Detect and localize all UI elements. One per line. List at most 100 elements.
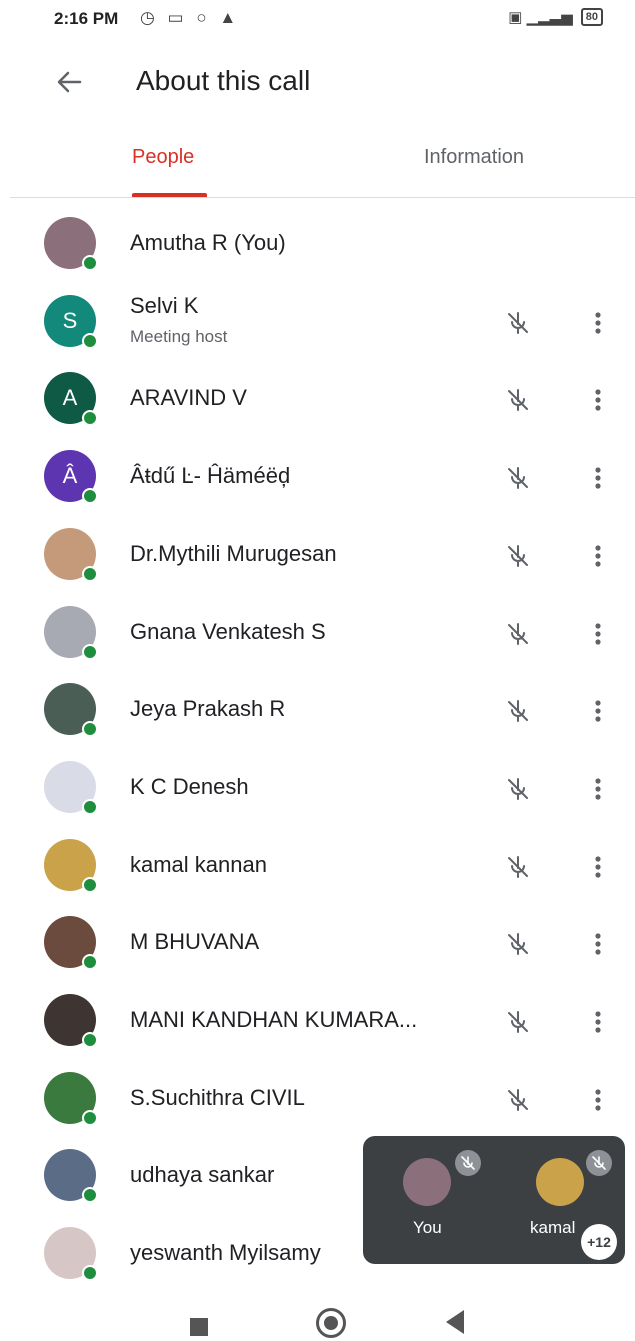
participant-avatar — [44, 1227, 98, 1281]
participant-row[interactable]: Amutha R (You) — [0, 205, 635, 283]
more-options-icon[interactable] — [586, 1004, 610, 1040]
participant-name: Âŧdű Ŀ- Ĥäméëḑ — [130, 463, 291, 488]
mic-off-icon[interactable] — [500, 382, 536, 418]
participant-avatar — [44, 528, 98, 582]
online-status-dot — [82, 721, 98, 737]
participant-name: S.Suchithra CIVIL — [130, 1085, 305, 1110]
online-status-dot — [82, 1032, 98, 1048]
pip-tile-self[interactable]: You — [363, 1136, 494, 1264]
status-bar: 2:16 PM ◷ ▭ ○ ▲ ▣ ▁▂▃▅ 80 — [0, 0, 635, 40]
more-options-icon[interactable] — [586, 771, 610, 807]
status-right-icons: ▣ ▁▂▃▅ 80 — [508, 8, 603, 26]
online-status-dot — [82, 1110, 98, 1126]
online-status-dot — [82, 877, 98, 893]
participant-row[interactable]: K C Denesh — [0, 749, 635, 827]
participant-row[interactable]: S Selvi K Meeting host — [0, 283, 635, 361]
online-status-dot — [82, 488, 98, 504]
mic-off-icon[interactable] — [500, 693, 536, 729]
pip-avatar — [536, 1158, 584, 1206]
more-options-icon[interactable] — [586, 382, 610, 418]
mic-off-icon[interactable] — [500, 616, 536, 652]
nav-back-icon[interactable] — [446, 1310, 464, 1334]
participant-name: yeswanth Myilsamy — [130, 1240, 321, 1265]
pip-extra-count-badge: +12 — [581, 1224, 617, 1260]
app-bar: About this call — [0, 40, 635, 126]
participant-row[interactable]: MANI KANDHAN KUMARA... — [0, 982, 635, 1060]
mic-off-icon[interactable] — [500, 460, 536, 496]
online-status-dot — [82, 566, 98, 582]
pip-label-participant: kamal — [530, 1218, 576, 1237]
participant-name: K C Denesh — [130, 774, 249, 799]
online-status-dot — [82, 410, 98, 426]
more-options-icon[interactable] — [586, 1082, 610, 1118]
status-notification-icons: ◷ ▭ ○ ▲ — [140, 8, 241, 27]
mic-off-icon[interactable] — [500, 538, 536, 574]
participant-avatar — [44, 606, 98, 660]
more-options-icon[interactable] — [586, 305, 610, 341]
participant-name: ARAVIND V — [130, 385, 247, 410]
online-status-dot — [82, 954, 98, 970]
online-status-dot — [82, 1265, 98, 1281]
participant-avatar — [44, 761, 98, 815]
pip-avatar — [403, 1158, 451, 1206]
more-options-icon[interactable] — [586, 693, 610, 729]
participant-row[interactable]: Dr.Mythili Murugesan — [0, 516, 635, 594]
picture-in-picture-window[interactable]: You kamal +12 — [363, 1136, 625, 1264]
page-title: About this call — [136, 65, 311, 96]
participant-row[interactable]: Jeya Prakash R — [0, 671, 635, 749]
participant-name: Jeya Prakash R — [130, 696, 286, 721]
online-status-dot — [82, 799, 98, 815]
participant-avatar — [44, 994, 98, 1048]
participant-row[interactable]: Â Âŧdű Ŀ- Ĥäméëḑ — [0, 438, 635, 516]
participant-avatar: S — [44, 295, 98, 349]
more-options-icon[interactable] — [586, 926, 610, 962]
system-navigation-bar — [0, 1290, 635, 1341]
online-status-dot — [82, 1187, 98, 1203]
mic-off-icon — [455, 1150, 481, 1176]
more-options-icon[interactable] — [586, 460, 610, 496]
participant-row[interactable]: kamal kannan — [0, 827, 635, 905]
participant-name: kamal kannan — [130, 852, 267, 877]
participant-avatar — [44, 683, 98, 737]
mic-off-icon[interactable] — [500, 926, 536, 962]
participant-name: Gnana Venkatesh S — [130, 619, 326, 644]
participant-role: Meeting host — [130, 327, 228, 346]
recents-icon[interactable] — [190, 1318, 208, 1336]
pip-label-self: You — [413, 1218, 442, 1237]
participant-name: M BHUVANA — [130, 929, 260, 954]
mic-off-icon[interactable] — [500, 1004, 536, 1040]
participant-avatar — [44, 1149, 98, 1203]
participant-name: Selvi K — [130, 293, 199, 318]
more-options-icon[interactable] — [586, 849, 610, 885]
tab-bar: People Information — [0, 130, 635, 198]
mic-off-icon[interactable] — [500, 849, 536, 885]
tab-information[interactable]: Information — [424, 146, 524, 169]
participant-row[interactable]: S.Suchithra CIVIL — [0, 1060, 635, 1138]
participant-avatar: Â — [44, 450, 98, 504]
participant-avatar: A — [44, 372, 98, 426]
online-status-dot — [82, 333, 98, 349]
back-arrow-icon[interactable] — [50, 62, 90, 102]
mic-off-icon[interactable] — [500, 771, 536, 807]
mic-off-icon[interactable] — [500, 305, 536, 341]
participant-avatar — [44, 1072, 98, 1126]
participant-name: Amutha R (You) — [130, 230, 286, 255]
mic-off-icon[interactable] — [500, 1082, 536, 1118]
participant-row[interactable]: M BHUVANA — [0, 904, 635, 982]
participant-avatar — [44, 839, 98, 893]
participant-avatar — [44, 217, 98, 271]
tab-people[interactable]: People — [132, 146, 194, 169]
participant-name: udhaya sankar — [130, 1162, 275, 1187]
online-status-dot — [82, 644, 98, 660]
home-icon[interactable] — [316, 1308, 346, 1338]
participant-avatar — [44, 916, 98, 970]
participant-name: MANI KANDHAN KUMARA... — [130, 1007, 418, 1032]
status-time: 2:16 PM — [54, 9, 119, 28]
more-options-icon[interactable] — [586, 538, 610, 574]
mic-off-icon — [586, 1150, 612, 1176]
participant-row[interactable]: A ARAVIND V — [0, 360, 635, 438]
more-options-icon[interactable] — [586, 616, 610, 652]
signal-icon: ▣ ▁▂▃▅ — [508, 9, 573, 26]
participant-row[interactable]: Gnana Venkatesh S — [0, 594, 635, 672]
participant-name: Dr.Mythili Murugesan — [130, 541, 337, 566]
